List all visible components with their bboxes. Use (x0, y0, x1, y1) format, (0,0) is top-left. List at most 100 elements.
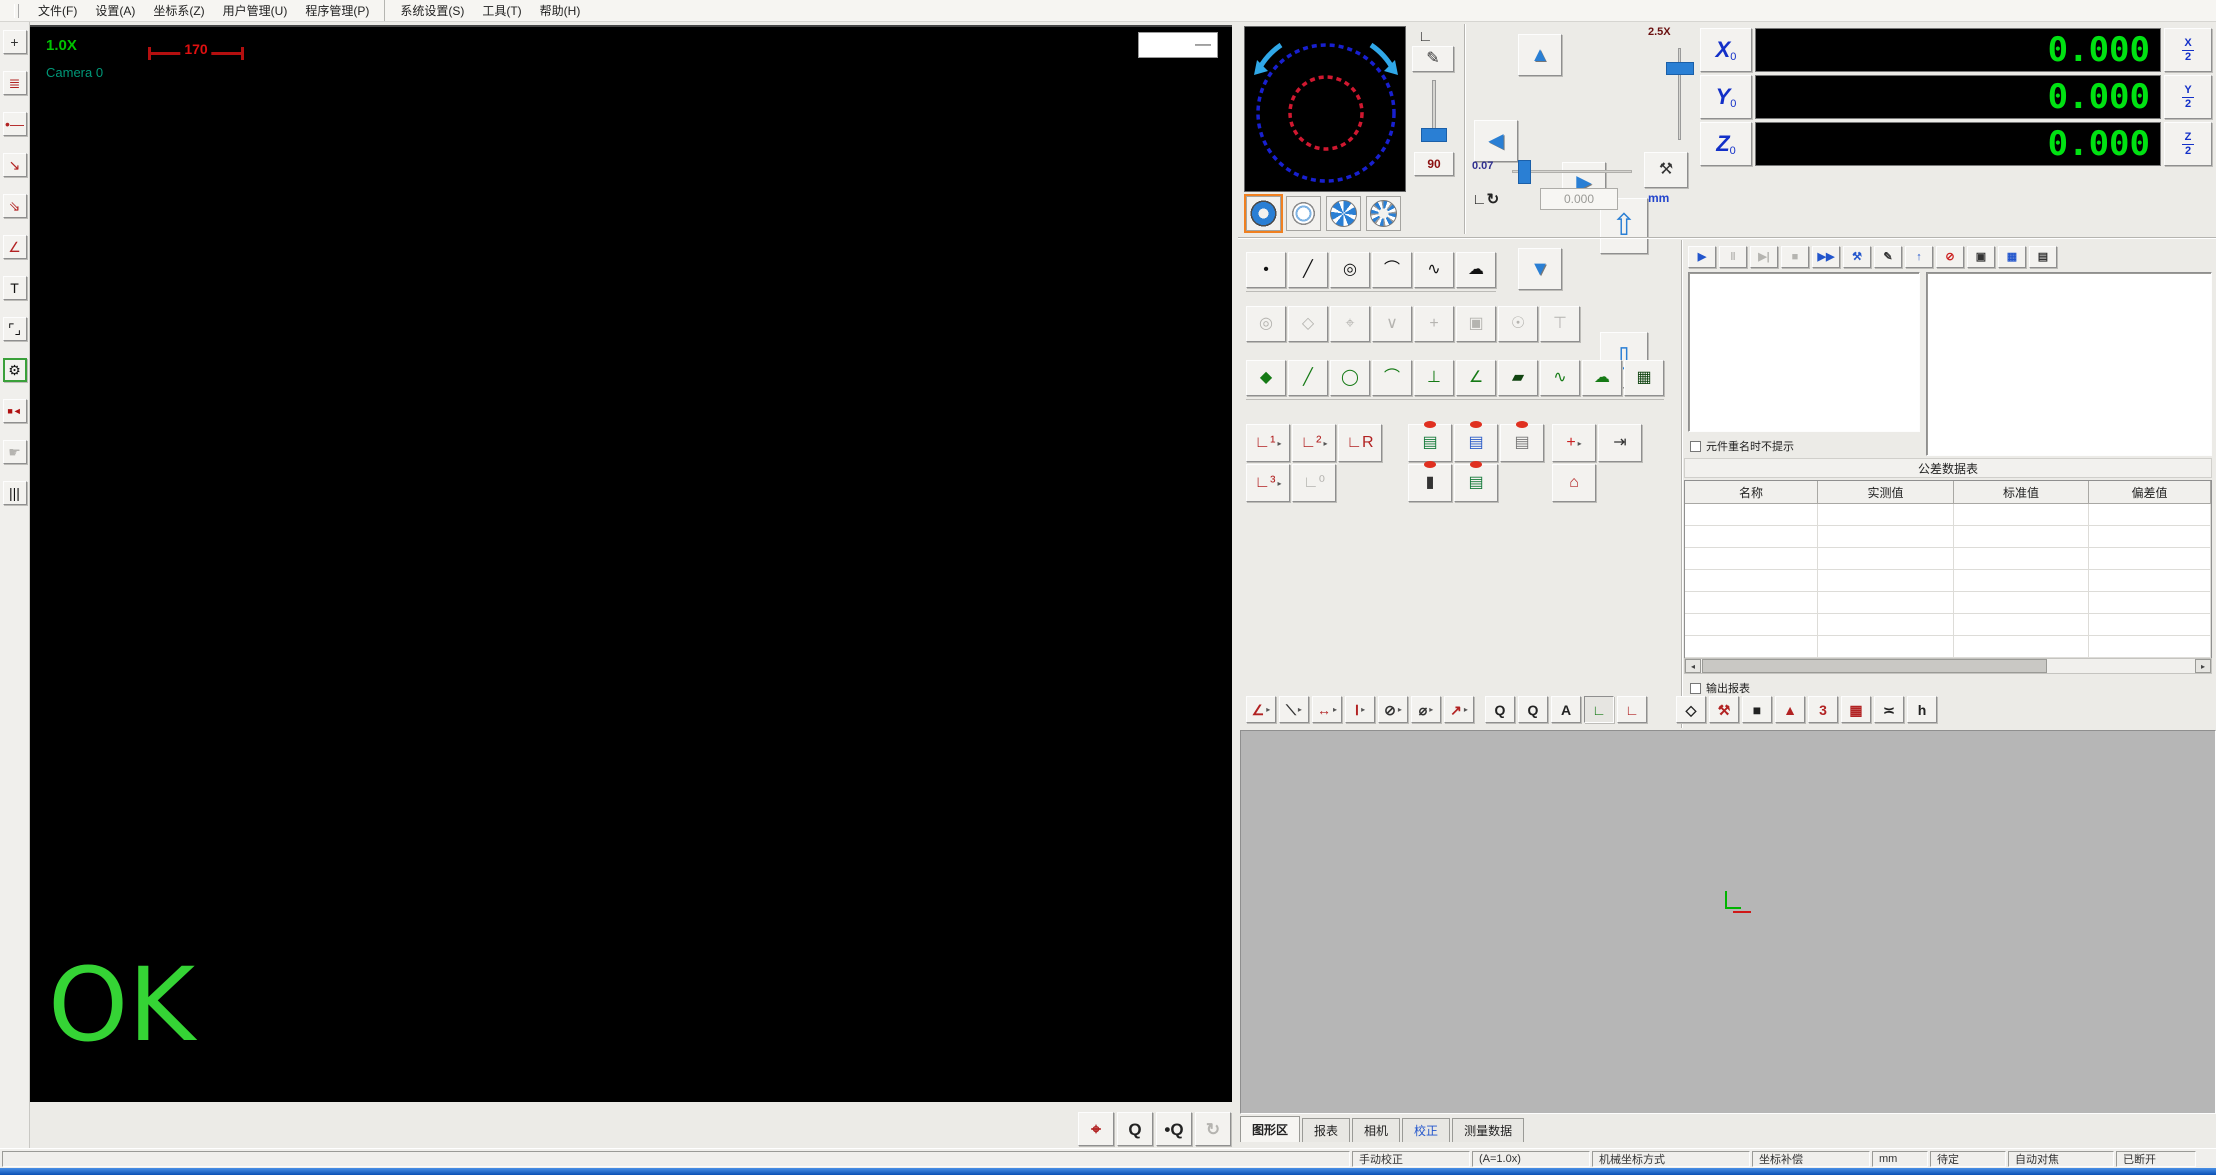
axis-half-button[interactable]: Z2 (2164, 122, 2212, 166)
run-button[interactable]: ▶ (1688, 246, 1716, 268)
show-option-checkbox[interactable] (1690, 441, 1701, 452)
table-header-cell[interactable]: 实测值 (1818, 481, 1954, 503)
pan-view-button[interactable]: ☛ (3, 440, 27, 464)
jog-down-button[interactable]: ▼ (1518, 248, 1562, 290)
coord-system-3-button[interactable]: ∟³▸ (1246, 464, 1290, 502)
construct-plane-button[interactable]: ▰ (1498, 360, 1538, 396)
edit-position-button[interactable]: ✎ (1412, 46, 1454, 72)
measure-ring-button[interactable]: ◎ (1246, 306, 1286, 342)
dim-radius-button[interactable]: ⌀▸ (1411, 696, 1441, 723)
camera-live-view[interactable]: 1.0X 170 Camera 0 — OK (30, 25, 1232, 1102)
dropdown-caret-icon[interactable]: ▸ (1277, 479, 1281, 488)
image-capture-button[interactable]: ▣ (1456, 306, 1496, 342)
table-row[interactable] (1685, 504, 2211, 526)
stop-button[interactable]: ■ (1781, 246, 1809, 268)
view-zoom-in-button[interactable]: Q (1485, 696, 1515, 723)
ring-light-segment-button[interactable] (1366, 196, 1401, 231)
barcode-button[interactable]: ||| (3, 481, 27, 505)
circle-center-button[interactable]: ☉ (1498, 306, 1538, 342)
dim-leader-button[interactable]: ↗▸ (1444, 696, 1474, 723)
construct-grid-button[interactable]: ▦ (1624, 360, 1664, 396)
table-header-cell[interactable]: 标准值 (1954, 481, 2089, 503)
zoom-window-button[interactable]: Q (1117, 1112, 1153, 1146)
autofocus-button[interactable]: ⌖ (1078, 1112, 1114, 1146)
program-result-list[interactable] (1926, 272, 2212, 456)
upload-button[interactable]: ↑ (1905, 246, 1933, 268)
menu-item[interactable]: 坐标系(Z) (144, 0, 213, 21)
scrollbar-thumb[interactable] (1702, 659, 2047, 673)
view-tab[interactable]: 报表 (1302, 1118, 1350, 1142)
tools-button[interactable]: ⚒ (1843, 246, 1871, 268)
coord-system-2-button[interactable]: ∟²▸ (1292, 424, 1336, 462)
measure-polygon-button[interactable]: ◇ (1288, 306, 1328, 342)
table-horizontal-scrollbar[interactable]: ◂ ▸ (1684, 658, 2212, 674)
view-axes-button[interactable]: ∟ (1584, 696, 1614, 723)
jog-left-button[interactable]: ◀ (1474, 120, 1518, 162)
goto-zero-icon[interactable]: ∟↻ (1472, 190, 1499, 208)
goto-position-button[interactable]: ⇥ (1598, 424, 1642, 462)
table-header-cell[interactable]: 偏差值 (2089, 481, 2211, 503)
program-step-list[interactable] (1688, 272, 1920, 432)
coord-system-temp-button[interactable]: ∟⁰ (1292, 464, 1336, 502)
table-row[interactable] (1685, 592, 2211, 614)
rotate-value-button[interactable]: 90 (1414, 152, 1454, 176)
measure-line-alt-button[interactable]: ⇘ (3, 194, 27, 218)
speed-slider-thumb[interactable] (1666, 62, 1694, 75)
goto-crosshair-button[interactable]: +▸ (1552, 424, 1596, 462)
coord-system-rotate-button[interactable]: ∟R (1338, 424, 1382, 462)
pause-button[interactable]: ‖ (1719, 246, 1747, 268)
dim-line-button[interactable]: ⟍▸ (1279, 696, 1309, 723)
table-row[interactable] (1685, 636, 2211, 658)
edge-settings-button[interactable]: ≣ (3, 71, 27, 95)
cross-feature-button[interactable]: + (1414, 306, 1454, 342)
save-file-button[interactable]: ▮ (1408, 464, 1452, 502)
dropdown-caret-icon[interactable]: ▸ (1323, 439, 1327, 448)
axis-label-button[interactable]: X0 (1700, 28, 1752, 72)
view-3d-button[interactable]: 3 (1808, 696, 1838, 723)
dropdown-caret-icon[interactable]: ▸ (1398, 705, 1402, 714)
view-axes-machine-button[interactable]: ∟ (1617, 696, 1647, 723)
go-home-button[interactable]: ⌂ (1552, 464, 1596, 502)
text-annotation-button[interactable]: T (3, 276, 27, 300)
export-checkbox[interactable] (1690, 683, 1701, 694)
construct-contour-button[interactable]: ☁ (1582, 360, 1622, 396)
construct-point-button[interactable]: ◆ (1246, 360, 1286, 396)
angle-measure-button[interactable]: ∠ (3, 235, 27, 259)
view-section-button[interactable]: ≍ (1874, 696, 1904, 723)
step-slider-thumb[interactable] (1518, 160, 1531, 184)
grid-view-button[interactable]: ▦ (1998, 246, 2026, 268)
step-button[interactable]: ▶| (1750, 246, 1778, 268)
view-tab[interactable]: 图形区 (1240, 1116, 1300, 1142)
dropdown-caret-icon[interactable]: ▸ (1333, 705, 1337, 714)
camera-overlay-minimized[interactable]: — (1138, 32, 1218, 58)
table-row[interactable] (1685, 614, 2211, 636)
light-intensity-thumb[interactable] (1421, 128, 1447, 142)
scroll-left-arrow[interactable]: ◂ (1685, 659, 1701, 673)
dropdown-caret-icon[interactable]: ▸ (1298, 705, 1302, 714)
pick-point-button[interactable]: ⌖ (1330, 306, 1370, 342)
view-zoom-window-button[interactable]: Q (1518, 696, 1548, 723)
measure-line-button[interactable]: ╱ (1288, 252, 1328, 288)
view-probe-button[interactable]: ▲ (1775, 696, 1805, 723)
focus-tool-button[interactable]: + (3, 30, 27, 54)
dropdown-caret-icon[interactable]: ▸ (1578, 439, 1582, 448)
dropdown-caret-icon[interactable]: ▸ (1429, 705, 1433, 714)
tbar-feature-button[interactable]: ⊤ (1540, 306, 1580, 342)
menu-item[interactable]: 程序管理(P) (296, 0, 378, 21)
table-row[interactable] (1685, 548, 2211, 570)
dim-diameter-button[interactable]: ⊘▸ (1378, 696, 1408, 723)
construct-arc-button[interactable]: ⌒ (1372, 360, 1412, 396)
focus-region-button[interactable]: ⌜⌟ (3, 317, 27, 341)
menu-item[interactable]: 文件(F) (29, 0, 86, 21)
dim-vdistance-button[interactable]: Ⅰ▸ (1345, 696, 1375, 723)
construct-angle-button[interactable]: ∠ (1456, 360, 1496, 396)
view-tab[interactable]: 测量数据 (1452, 1118, 1524, 1142)
table-row[interactable] (1685, 526, 2211, 548)
vee-angle-button[interactable]: ∨ (1372, 306, 1412, 342)
coord-system-1-button[interactable]: ∟¹▸ (1246, 424, 1290, 462)
dim-angle-button[interactable]: ∠▸ (1246, 696, 1276, 723)
refresh-view-button[interactable]: ↻ (1195, 1112, 1231, 1146)
jog-up-button[interactable]: ▲ (1518, 34, 1562, 76)
fast-run-button[interactable]: ▶▶ (1812, 246, 1840, 268)
camera-settings-button[interactable]: ⚙ (3, 358, 27, 382)
